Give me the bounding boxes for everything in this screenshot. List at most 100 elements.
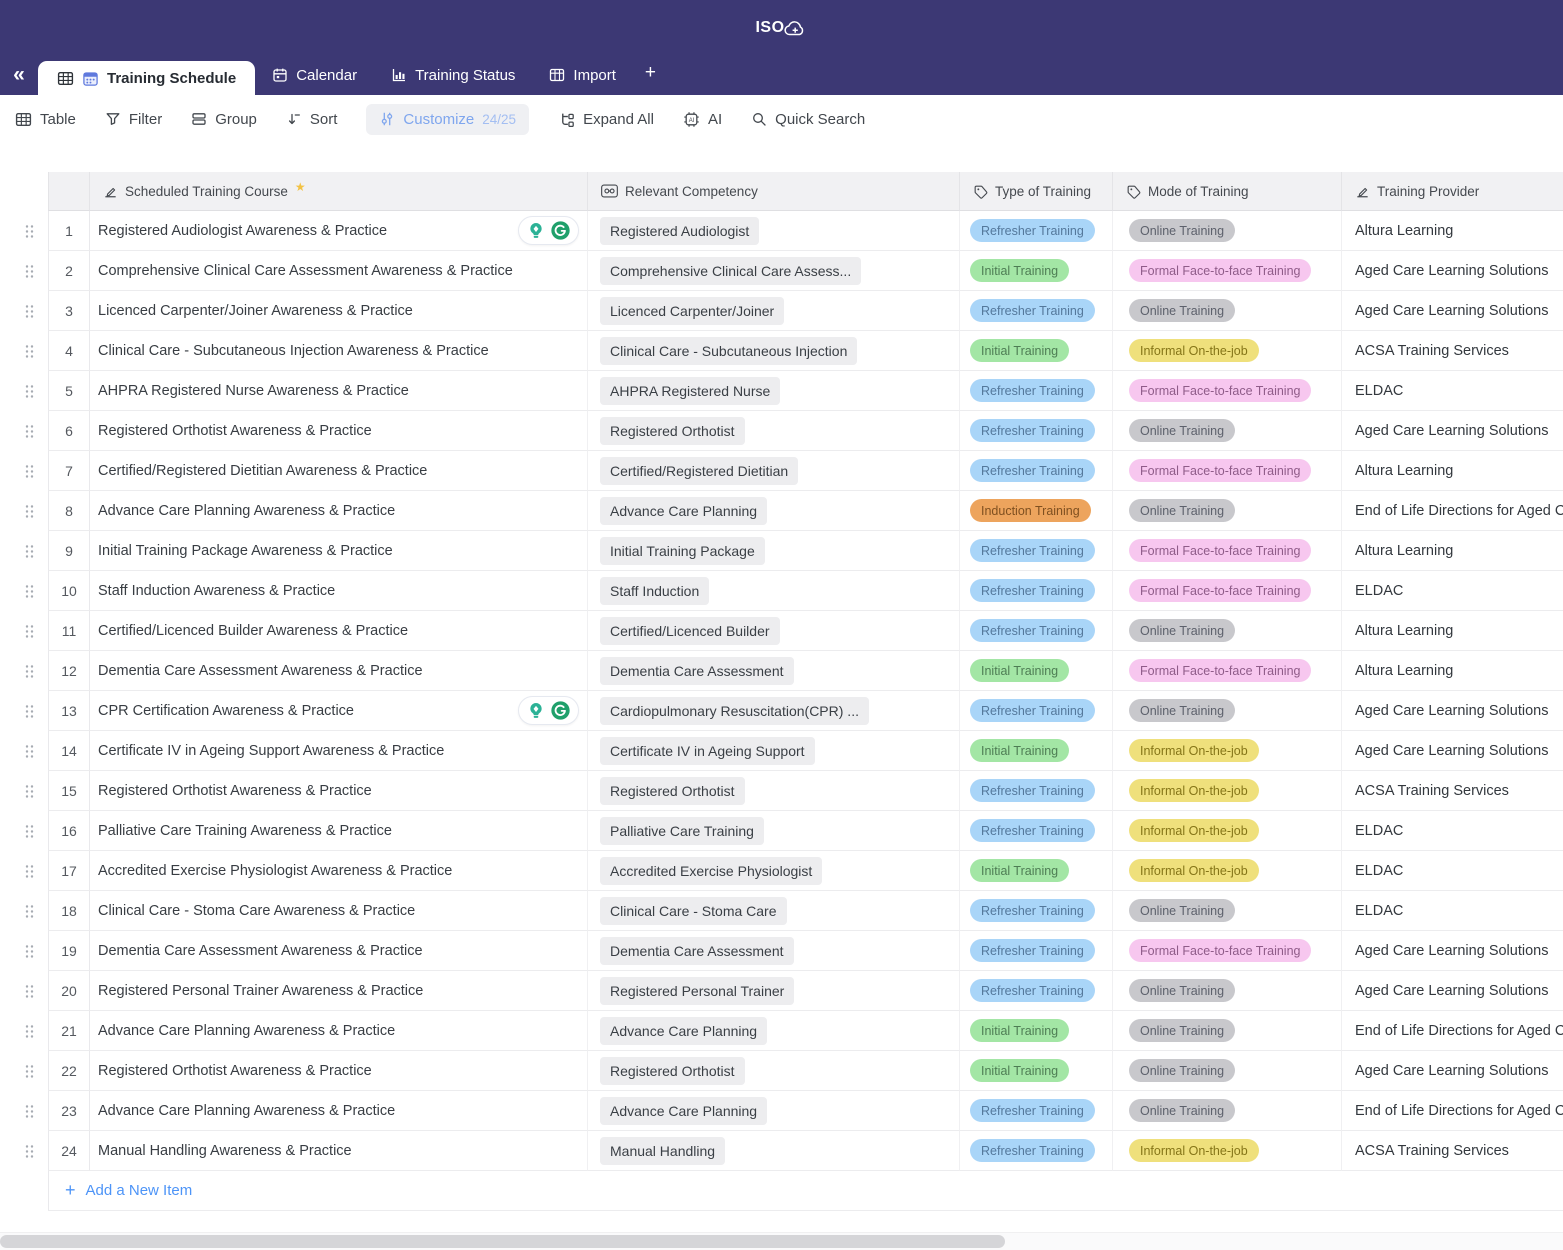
mode-badge[interactable]: Informal On-the-job <box>1129 819 1259 842</box>
type-cell[interactable]: Refresher Training <box>960 211 1113 251</box>
mode-cell[interactable]: Online Training <box>1113 291 1342 331</box>
drag-handle[interactable] <box>24 904 35 919</box>
mode-badge[interactable]: Online Training <box>1129 219 1235 242</box>
table-view-button[interactable]: Table <box>15 111 76 128</box>
course-cell[interactable]: Registered Orthotist Awareness & Practic… <box>90 771 588 811</box>
type-badge[interactable]: Refresher Training <box>970 219 1095 242</box>
drag-handle[interactable] <box>24 984 35 999</box>
type-cell[interactable]: Initial Training <box>960 251 1113 291</box>
mode-cell[interactable]: Formal Face-to-face Training <box>1113 451 1342 491</box>
mode-badge[interactable]: Online Training <box>1129 1059 1235 1082</box>
drag-handle[interactable] <box>24 264 35 279</box>
grammarly-icon[interactable] <box>550 220 571 241</box>
mode-badge[interactable]: Online Training <box>1129 1099 1235 1122</box>
drag-handle[interactable] <box>24 1024 35 1039</box>
type-cell[interactable]: Refresher Training <box>960 571 1113 611</box>
add-tab-button[interactable]: + <box>633 55 668 95</box>
drag-handle[interactable] <box>24 1104 35 1119</box>
mode-cell[interactable]: Online Training <box>1113 891 1342 931</box>
provider-cell[interactable]: Altura Learning <box>1342 531 1563 571</box>
type-cell[interactable]: Refresher Training <box>960 931 1113 971</box>
add-new-item-button[interactable]: + Add a New Item <box>48 1171 1563 1211</box>
type-badge[interactable]: Refresher Training <box>970 779 1095 802</box>
course-cell[interactable]: Registered Personal Trainer Awareness & … <box>90 971 588 1011</box>
provider-cell[interactable]: Aged Care Learning Solutions <box>1342 1051 1563 1091</box>
collapse-sidebar-button[interactable]: « <box>0 55 38 95</box>
provider-cell[interactable]: End of Life Directions for Aged Care <box>1342 1011 1563 1051</box>
competency-chip[interactable]: Registered Orthotist <box>600 417 745 445</box>
course-cell[interactable]: Advance Care Planning Awareness & Practi… <box>90 1091 588 1131</box>
provider-cell[interactable]: ELDAC <box>1342 811 1563 851</box>
type-cell[interactable]: Induction Training <box>960 491 1113 531</box>
drag-handle[interactable] <box>24 344 35 359</box>
competency-chip[interactable]: Registered Personal Trainer <box>600 977 794 1005</box>
provider-cell[interactable]: Aged Care Learning Solutions <box>1342 731 1563 771</box>
type-badge[interactable]: Refresher Training <box>970 619 1095 642</box>
provider-cell[interactable]: ELDAC <box>1342 371 1563 411</box>
ai-button[interactable]: AI AI <box>683 111 722 128</box>
drag-handle[interactable] <box>24 1144 35 1159</box>
type-cell[interactable]: Refresher Training <box>960 771 1113 811</box>
mode-badge[interactable]: Online Training <box>1129 699 1235 722</box>
competency-cell[interactable]: AHPRA Registered Nurse <box>588 371 960 411</box>
provider-cell[interactable]: Aged Care Learning Solutions <box>1342 691 1563 731</box>
column-header-provider[interactable]: Training Provider <box>1342 172 1563 211</box>
type-badge[interactable]: Refresher Training <box>970 379 1095 402</box>
column-header-type[interactable]: Type of Training <box>960 172 1113 211</box>
drag-handle[interactable] <box>24 304 35 319</box>
column-header-mode[interactable]: Mode of Training <box>1113 172 1342 211</box>
mode-cell[interactable]: Formal Face-to-face Training <box>1113 251 1342 291</box>
type-badge[interactable]: Initial Training <box>970 739 1069 762</box>
competency-cell[interactable]: Registered Audiologist <box>588 211 960 251</box>
competency-cell[interactable]: Registered Orthotist <box>588 771 960 811</box>
provider-cell[interactable]: ELDAC <box>1342 891 1563 931</box>
course-cell[interactable]: Staff Induction Awareness & Practice <box>90 571 588 611</box>
type-badge[interactable]: Initial Training <box>970 339 1069 362</box>
competency-cell[interactable]: Advance Care Planning <box>588 1011 960 1051</box>
competency-cell[interactable]: Certified/Licenced Builder <box>588 611 960 651</box>
type-cell[interactable]: Initial Training <box>960 331 1113 371</box>
type-cell[interactable]: Refresher Training <box>960 891 1113 931</box>
competency-chip[interactable]: Advance Care Planning <box>600 497 767 525</box>
mode-badge[interactable]: Formal Face-to-face Training <box>1129 539 1311 562</box>
course-cell[interactable]: Registered Audiologist Awareness & Pract… <box>90 211 588 251</box>
mode-badge[interactable]: Informal On-the-job <box>1129 339 1259 362</box>
horizontal-scrollbar[interactable] <box>0 1232 1563 1250</box>
type-badge[interactable]: Refresher Training <box>970 539 1095 562</box>
mode-badge[interactable]: Formal Face-to-face Training <box>1129 939 1311 962</box>
type-cell[interactable]: Initial Training <box>960 851 1113 891</box>
mode-cell[interactable]: Informal On-the-job <box>1113 331 1342 371</box>
type-badge[interactable]: Initial Training <box>970 1059 1069 1082</box>
course-cell[interactable]: Certified/Licenced Builder Awareness & P… <box>90 611 588 651</box>
provider-cell[interactable]: Altura Learning <box>1342 611 1563 651</box>
mode-cell[interactable]: Formal Face-to-face Training <box>1113 371 1342 411</box>
course-cell[interactable]: Clinical Care - Subcutaneous Injection A… <box>90 331 588 371</box>
course-cell[interactable]: Dementia Care Assessment Awareness & Pra… <box>90 651 588 691</box>
competency-chip[interactable]: Manual Handling <box>600 1137 725 1165</box>
mode-cell[interactable]: Informal On-the-job <box>1113 771 1342 811</box>
mode-badge[interactable]: Online Training <box>1129 979 1235 1002</box>
competency-chip[interactable]: Dementia Care Assessment <box>600 937 794 965</box>
mode-cell[interactable]: Online Training <box>1113 1011 1342 1051</box>
type-badge[interactable]: Initial Training <box>970 659 1069 682</box>
competency-cell[interactable]: Advance Care Planning <box>588 491 960 531</box>
type-cell[interactable]: Initial Training <box>960 651 1113 691</box>
column-header-course[interactable]: Scheduled Training Course ★ <box>90 172 588 211</box>
competency-chip[interactable]: Licenced Carpenter/Joiner <box>600 297 784 325</box>
course-cell[interactable]: Palliative Care Training Awareness & Pra… <box>90 811 588 851</box>
mode-cell[interactable]: Online Training <box>1113 1051 1342 1091</box>
course-cell[interactable]: Certificate IV in Ageing Support Awarene… <box>90 731 588 771</box>
mode-badge[interactable]: Online Training <box>1129 619 1235 642</box>
course-cell[interactable]: Comprehensive Clinical Care Assessment A… <box>90 251 588 291</box>
course-cell[interactable]: Certified/Registered Dietitian Awareness… <box>90 451 588 491</box>
type-cell[interactable]: Refresher Training <box>960 691 1113 731</box>
type-cell[interactable]: Initial Training <box>960 731 1113 771</box>
type-cell[interactable]: Refresher Training <box>960 1131 1113 1171</box>
competency-chip[interactable]: Staff Induction <box>600 577 709 605</box>
mode-cell[interactable]: Online Training <box>1113 411 1342 451</box>
mode-cell[interactable]: Informal On-the-job <box>1113 1131 1342 1171</box>
type-cell[interactable]: Initial Training <box>960 1051 1113 1091</box>
mode-badge[interactable]: Informal On-the-job <box>1129 1139 1259 1162</box>
scrollbar-thumb[interactable] <box>0 1235 1005 1248</box>
mode-cell[interactable]: Formal Face-to-face Training <box>1113 651 1342 691</box>
